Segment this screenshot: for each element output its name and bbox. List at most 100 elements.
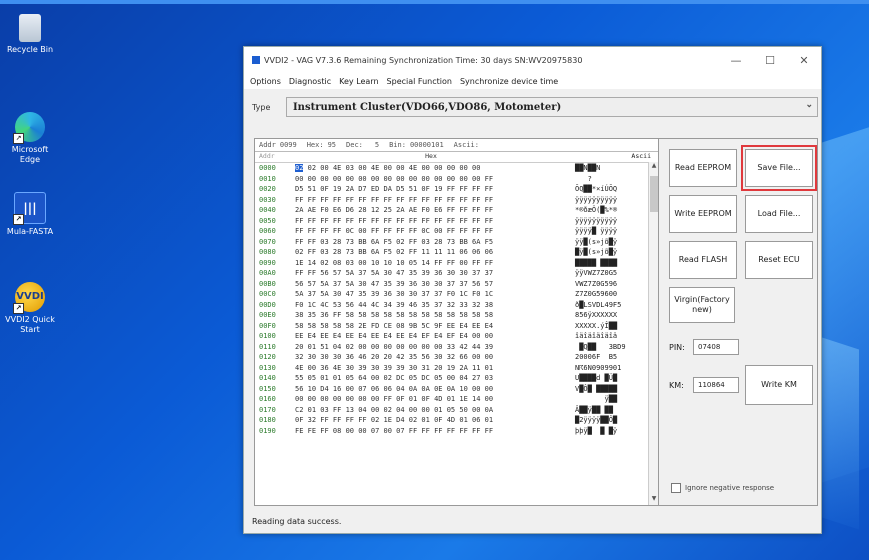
hex-row[interactable]: 0080 02 FF 03 28 73 BB 6A F5 02 FF 11 11 … xyxy=(255,247,659,258)
ignore-negative-label: Ignore negative response xyxy=(685,484,775,492)
hex-row[interactable]: 0090 1E 14 02 08 03 00 10 10 10 05 14 FF … xyxy=(255,258,659,269)
hex-row-bytes[interactable]: FF FF FF FF 0C 00 FF FF FF FF 0C 00 FF F… xyxy=(295,226,567,237)
pin-field[interactable]: 07408 xyxy=(693,339,739,355)
save-file-button[interactable]: Save File... xyxy=(741,145,817,191)
hex-row-ascii: █ÿ█(s»jõ█ÿ xyxy=(575,248,618,256)
hex-row-bytes[interactable]: 58 58 58 58 58 2E FD CE 08 9B 5C 9F EE E… xyxy=(295,321,567,332)
hex-row-bytes[interactable]: FE FE FF 08 00 00 07 00 07 FF FF FF FF F… xyxy=(295,426,567,437)
hex-row[interactable]: 0020 D5 51 0F 19 2A D7 ED DA D5 51 0F 19 … xyxy=(255,184,659,195)
shortcut-arrow-icon: ↗ xyxy=(13,214,24,225)
hex-row-ascii: ÿÿÿÿÿÿÿÿÿÿ xyxy=(575,216,618,225)
hex-row-bytes[interactable]: 4E 00 36 4E 30 39 30 39 39 30 31 20 19 2… xyxy=(295,363,567,374)
hex-row[interactable]: 0050 FF FF FF FF FF FF FF FF FF FF FF FF … xyxy=(255,216,659,227)
desktop-icon-mula[interactable]: ||| ↗ Mula-FASTA xyxy=(4,192,56,237)
hex-row[interactable]: 0040 2A AE F0 E6 D6 28 12 25 2A AE F0 E6 … xyxy=(255,205,659,216)
hex-row[interactable]: 00D0 F0 1C 4C 53 56 44 4C 34 39 46 35 37 … xyxy=(255,300,659,311)
hex-row-bytes[interactable]: F0 1C 4C 53 56 44 4C 34 39 46 35 37 32 3… xyxy=(295,300,567,311)
hex-row[interactable]: 00A0 FF FF 56 57 5A 37 5A 30 47 35 39 36 … xyxy=(255,268,659,279)
reset-ecu-button[interactable]: Reset ECU xyxy=(745,241,813,279)
hex-row-ascii: U████d █Ü█ xyxy=(575,374,618,382)
hex-row[interactable]: 0190 FE FE FF 08 00 00 07 00 07 FF FF FF … xyxy=(255,426,659,437)
hex-row[interactable]: 00C0 5A 37 5A 30 47 35 39 36 30 30 37 37 … xyxy=(255,289,659,300)
hex-row[interactable]: 0110 20 01 51 04 02 00 00 00 00 00 00 00 … xyxy=(255,342,659,353)
hex-row-bytes[interactable]: 02 02 00 4E 03 00 4E 00 00 4E 00 00 00 0… xyxy=(295,163,567,174)
checkbox-box[interactable] xyxy=(671,483,681,493)
hex-row-bytes[interactable]: 00 00 00 00 00 00 00 00 00 00 00 00 00 0… xyxy=(295,174,567,185)
hex-row-ascii: █Q██ 3BD9 xyxy=(575,342,626,351)
hex-row[interactable]: 0100 EE E4 EE E4 EE E4 EE E4 EE E4 EF E4 … xyxy=(255,331,659,342)
hex-row[interactable]: 0140 55 05 01 01 05 64 00 02 DC 05 DC 05 … xyxy=(255,373,659,384)
hex-row[interactable]: 0070 FF FF 03 28 73 BB 6A F5 02 FF 03 28 … xyxy=(255,237,659,248)
hex-row-bytes[interactable]: D5 51 0F 19 2A D7 ED DA D5 51 0F 19 FF F… xyxy=(295,184,567,195)
minimize-icon[interactable]: — xyxy=(719,54,753,67)
hex-row-bytes[interactable]: 56 57 5A 37 5A 30 47 35 39 36 30 30 37 3… xyxy=(295,279,567,290)
desktop-icon-vvdi2[interactable]: VVDI ↗ VVDI2 Quick Start xyxy=(4,282,56,335)
type-select[interactable]: Instrument Cluster(VDO66,VDO86, Motomete… xyxy=(286,97,818,117)
hex-row-address: 0060 xyxy=(259,227,276,235)
close-icon[interactable]: ✕ xyxy=(787,54,821,67)
hex-row[interactable]: 0120 32 30 30 30 36 46 20 20 42 35 56 30 … xyxy=(255,352,659,363)
hex-row-bytes[interactable]: 32 30 30 30 36 46 20 20 42 35 56 30 32 6… xyxy=(295,352,567,363)
menu-key-learn[interactable]: Key Learn xyxy=(339,77,378,86)
read-eeprom-button[interactable]: Read EEPROM xyxy=(669,149,737,187)
desktop-icon-edge[interactable]: ↗ Microsoft Edge xyxy=(4,112,56,165)
hex-row[interactable]: 0170 C2 01 03 FF 13 04 00 02 04 00 00 01 … xyxy=(255,405,659,416)
hex-bytes-text: 55 05 01 01 05 64 00 02 DC 05 DC 05 00 0… xyxy=(295,374,494,382)
write-eeprom-button[interactable]: Write EEPROM xyxy=(669,195,737,233)
hex-row-bytes[interactable]: 2A AE F0 E6 D6 28 12 25 2A AE F0 E6 FF F… xyxy=(295,205,567,216)
hex-row-ascii: ð█LSVDL49F5 xyxy=(575,300,622,309)
hex-row[interactable]: 0180 0F 32 FF FF FF FF 02 1E D4 02 01 0F … xyxy=(255,415,659,426)
hex-row[interactable]: 00E0 38 35 36 FF 58 58 58 58 58 58 58 58 … xyxy=(255,310,659,321)
hex-row-bytes[interactable]: 56 10 D4 16 00 07 06 06 04 0A 0A 0E 0A 1… xyxy=(295,384,567,395)
km-field[interactable]: 110864 xyxy=(693,377,739,393)
hex-row[interactable]: 0030 FF FF FF FF FF FF FF FF FF FF FF FF … xyxy=(255,195,659,206)
write-km-button[interactable]: Write KM xyxy=(745,365,813,405)
hex-info-bar: Addr 0099 Hex: 95 Dec: 5 Bin: 00000101 A… xyxy=(255,139,659,152)
hex-row-bytes[interactable]: 20 01 51 04 02 00 00 00 00 00 00 00 33 4… xyxy=(295,342,567,353)
hex-row-bytes[interactable]: 02 FF 03 28 73 BB 6A F5 02 FF 11 11 11 0… xyxy=(295,247,567,258)
vvdi2-app-icon: VVDI ↗ xyxy=(13,282,45,314)
hex-row-bytes[interactable]: 0F 32 FF FF FF FF 02 1E D4 02 01 0F 4D 0… xyxy=(295,415,567,426)
menu-options[interactable]: Options xyxy=(250,77,281,86)
hex-row[interactable]: 0150 56 10 D4 16 00 07 06 06 04 0A 0A 0E … xyxy=(255,384,659,395)
desktop-icon-recycle-bin[interactable]: Recycle Bin xyxy=(4,14,56,55)
hex-bytes-text: 1E 14 02 08 03 00 10 10 10 05 14 FF FF 0… xyxy=(295,258,494,267)
col-ascii: Ascii xyxy=(631,152,651,160)
hex-editor[interactable]: Addr 0099 Hex: 95 Dec: 5 Bin: 00000101 A… xyxy=(254,138,660,506)
scroll-thumb[interactable] xyxy=(650,176,658,212)
hex-row[interactable]: 00F0 58 58 58 58 58 2E FD CE 08 9B 5C 9F … xyxy=(255,321,659,332)
hex-row-bytes[interactable]: 38 35 36 FF 58 58 58 58 58 58 58 58 58 5… xyxy=(295,310,567,321)
hex-row-bytes[interactable]: 55 05 01 01 05 64 00 02 DC 05 DC 05 00 0… xyxy=(295,373,567,384)
hex-row-bytes[interactable]: FF FF FF FF FF FF FF FF FF FF FF FF FF F… xyxy=(295,195,567,206)
maximize-icon[interactable]: ☐ xyxy=(753,54,787,67)
chevron-down-icon[interactable]: ⌄ xyxy=(805,100,813,110)
hex-row[interactable]: 0060 FF FF FF FF 0C 00 FF FF FF FF 0C 00 … xyxy=(255,226,659,237)
hex-label: Hex: xyxy=(306,141,324,149)
hex-row-ascii: Â██ÿ██ ██ xyxy=(575,405,613,414)
hex-row[interactable]: 0000 02 02 00 4E 03 00 4E 00 00 4E 00 00 … xyxy=(255,163,659,174)
hex-row[interactable]: 0130 4E 00 36 4E 30 39 30 39 39 30 31 20 … xyxy=(255,363,659,374)
menu-synchronize-time[interactable]: Synchronize device time xyxy=(460,77,558,86)
ascii-label: Ascii: xyxy=(453,141,479,149)
hex-row-bytes[interactable]: 1E 14 02 08 03 00 10 10 10 05 14 FF FF 0… xyxy=(295,258,567,269)
hex-row-address: 0030 xyxy=(259,195,276,204)
hex-row[interactable]: 0010 00 00 00 00 00 00 00 00 00 00 00 00 … xyxy=(255,174,659,185)
hex-row-bytes[interactable]: 5A 37 5A 30 47 35 39 36 30 30 37 37 F0 1… xyxy=(295,289,567,300)
menu-diagnostic[interactable]: Diagnostic xyxy=(289,77,331,86)
hex-row-bytes[interactable]: C2 01 03 FF 13 04 00 02 04 00 00 01 05 5… xyxy=(295,405,567,416)
menu-special-function[interactable]: Special Function xyxy=(387,77,452,86)
read-flash-button[interactable]: Read FLASH xyxy=(669,241,737,279)
title-bar[interactable]: VVDI2 - VAG V7.3.6 Remaining Synchroniza… xyxy=(244,47,821,73)
hex-bytes-text: 4E 00 36 4E 30 39 30 39 39 30 31 20 19 2… xyxy=(295,363,494,372)
hex-row[interactable]: 0160 00 00 00 00 00 00 00 FF 0F 01 0F 4D … xyxy=(255,394,659,405)
virgin-button[interactable]: Virgin(Factory new) xyxy=(669,287,735,323)
hex-row-bytes[interactable]: FF FF FF FF FF FF FF FF FF FF FF FF FF F… xyxy=(295,216,567,227)
ignore-negative-checkbox[interactable]: Ignore negative response xyxy=(671,483,774,493)
hex-row[interactable]: 00B0 56 57 5A 37 5A 30 47 35 39 36 30 30 … xyxy=(255,279,659,290)
hex-row-bytes[interactable]: FF FF 03 28 73 BB 6A F5 02 FF 03 28 73 B… xyxy=(295,237,567,248)
hex-row-bytes[interactable]: 00 00 00 00 00 00 00 FF 0F 01 0F 4D 01 1… xyxy=(295,394,567,405)
desktop-top-edge xyxy=(0,0,869,4)
load-file-button[interactable]: Load File... xyxy=(745,195,813,233)
hex-row-bytes[interactable]: FF FF 56 57 5A 37 5A 30 47 35 39 36 30 3… xyxy=(295,268,567,279)
hex-row-bytes[interactable]: EE E4 EE E4 EE E4 EE E4 EE E4 EF E4 EF E… xyxy=(295,331,567,342)
